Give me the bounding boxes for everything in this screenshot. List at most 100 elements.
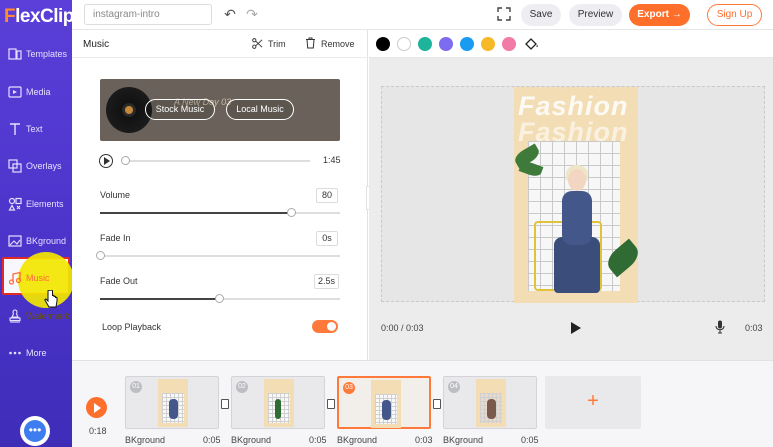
- loop-playback-label: Loop Playback: [102, 322, 162, 332]
- fill-bucket-icon[interactable]: [524, 37, 538, 51]
- sidebar-item-text[interactable]: Text: [0, 111, 72, 147]
- color-swatch-blue[interactable]: [460, 37, 474, 51]
- sidebar-item-watermark[interactable]: Watermark: [0, 298, 72, 334]
- clip-duration: 0:05: [521, 435, 539, 445]
- sidebar-item-music[interactable]: Music: [0, 260, 72, 296]
- fade-out-value[interactable]: 2.5s: [314, 274, 339, 289]
- sidebar-item-label: BKground: [26, 236, 67, 246]
- microphone-icon[interactable]: [715, 320, 725, 334]
- volume-value[interactable]: 80: [316, 188, 338, 203]
- scissors-icon: [252, 38, 263, 49]
- chat-button[interactable]: •••: [20, 416, 50, 446]
- preview-end-time: 0:03: [745, 323, 763, 333]
- transition-icon[interactable]: [327, 399, 335, 409]
- timeline-play-button[interactable]: [86, 397, 107, 418]
- fade-out-slider-knob[interactable]: [215, 294, 224, 303]
- fade-in-slider-track[interactable]: [100, 255, 340, 257]
- clip-thumbnail: [158, 379, 188, 427]
- remove-button[interactable]: Remove: [321, 39, 355, 49]
- transition-icon[interactable]: [221, 399, 229, 409]
- clip-thumbnail: [476, 379, 506, 427]
- media-icon: [8, 86, 22, 98]
- background-icon: [8, 235, 22, 247]
- save-button[interactable]: Save: [521, 4, 561, 26]
- clip-label: BKground: [231, 435, 272, 445]
- fade-in-value[interactable]: 0s: [316, 231, 338, 246]
- watermark-icon: [9, 309, 21, 323]
- color-swatch-black[interactable]: [376, 37, 390, 51]
- redo-icon[interactable]: ↷: [244, 6, 260, 22]
- model-figure: [568, 169, 586, 191]
- sidebar-item-label: Music: [26, 273, 50, 283]
- preview-button[interactable]: Preview: [569, 4, 622, 26]
- elements-icon: [8, 197, 22, 211]
- color-swatch-white[interactable]: [397, 37, 411, 51]
- more-icon: [9, 351, 21, 355]
- color-swatch-purple[interactable]: [439, 37, 453, 51]
- chat-bubble-icon: •••: [24, 420, 46, 442]
- trash-icon: [306, 37, 315, 49]
- add-clip-button[interactable]: +: [545, 376, 641, 429]
- clip-thumbnail: [264, 379, 294, 427]
- video-canvas[interactable]: Fashion Fashion: [381, 86, 765, 303]
- color-swatch-yellow[interactable]: [481, 37, 495, 51]
- music-panel-header: Music Trim Remove: [72, 30, 368, 58]
- fullscreen-icon[interactable]: [496, 6, 512, 22]
- music-panel: Music Trim Remove A New Day 03 Stock Mus…: [72, 30, 368, 360]
- sidebar-item-label: Text: [26, 124, 43, 134]
- timeline-total-time: 0:18: [89, 426, 107, 436]
- audio-play-button[interactable]: [99, 154, 113, 168]
- fade-in-slider-knob[interactable]: [96, 251, 105, 260]
- trim-button[interactable]: Trim: [268, 39, 286, 49]
- app-logo[interactable]: FlexClip: [4, 6, 74, 28]
- sidebar-item-overlays[interactable]: Overlays: [0, 148, 72, 184]
- clip-number: 01: [130, 381, 142, 393]
- fashion-scene: Fashion Fashion: [514, 87, 638, 303]
- volume-slider-knob[interactable]: [287, 208, 296, 217]
- timeline-clip[interactable]: 04: [443, 376, 537, 429]
- clip-thumbnail: [371, 380, 401, 428]
- music-icon: [8, 271, 22, 285]
- sidebar-item-media[interactable]: Media: [0, 74, 72, 110]
- sidebar-item-more[interactable]: More: [0, 335, 72, 371]
- color-swatch-pink[interactable]: [502, 37, 516, 51]
- fade-in-label: Fade In: [100, 233, 131, 243]
- preview-play-button[interactable]: [571, 322, 581, 334]
- sign-up-button[interactable]: Sign Up: [707, 4, 762, 26]
- sidebar-item-label: More: [26, 348, 47, 358]
- loop-playback-toggle[interactable]: [312, 320, 338, 333]
- sidebar-item-label: Elements: [26, 199, 64, 209]
- project-name-input[interactable]: instagram-intro: [84, 4, 212, 25]
- audio-progress-track[interactable]: [124, 160, 310, 162]
- local-music-button[interactable]: Local Music: [226, 99, 294, 120]
- timeline-clip[interactable]: 01: [125, 376, 219, 429]
- music-track-card[interactable]: A New Day 03 Stock Music Local Music: [100, 79, 340, 141]
- transition-icon[interactable]: [433, 399, 441, 409]
- color-swatch-teal[interactable]: [418, 37, 432, 51]
- stock-music-button[interactable]: Stock Music: [145, 99, 215, 120]
- undo-icon[interactable]: ↶: [222, 6, 238, 22]
- clip-duration: 0:05: [309, 435, 327, 445]
- clip-label: BKground: [443, 435, 484, 445]
- sidebar-item-elements[interactable]: Elements: [0, 186, 72, 222]
- model-figure: [562, 191, 592, 245]
- volume-label: Volume: [100, 190, 131, 200]
- export-button[interactable]: Export →: [629, 4, 690, 26]
- sidebar-item-label: Overlays: [26, 161, 62, 171]
- clip-number: 04: [448, 381, 460, 393]
- panel-title: Music: [83, 39, 110, 50]
- clip-duration: 0:03: [415, 435, 433, 445]
- text-icon: [10, 123, 20, 135]
- preview-time: 0:00 / 0:03: [381, 323, 424, 333]
- sidebar-item-label: Media: [26, 87, 51, 97]
- audio-duration: 1:45: [323, 155, 341, 165]
- timeline-clip[interactable]: 02: [231, 376, 325, 429]
- templates-icon: [8, 48, 22, 60]
- sidebar: FlexClip Templates Media Text Overlays E…: [0, 0, 74, 447]
- clip-number: 03: [343, 382, 355, 394]
- timeline-clip-selected[interactable]: 03: [337, 376, 431, 429]
- sidebar-item-label: Templates: [26, 49, 68, 59]
- sidebar-item-label: Watermark: [26, 311, 70, 321]
- sidebar-item-templates[interactable]: Templates: [0, 36, 72, 72]
- audio-progress-knob[interactable]: [121, 156, 130, 165]
